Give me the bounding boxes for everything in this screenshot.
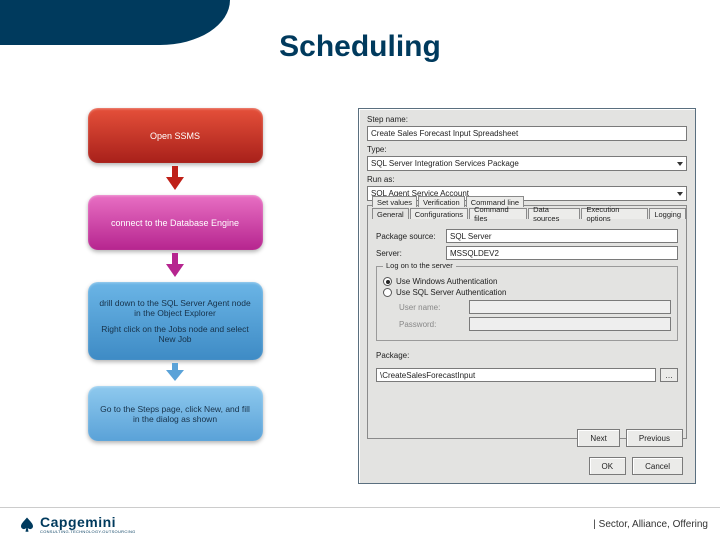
page-title: Scheduling (279, 30, 441, 64)
arrow-icon (162, 166, 188, 192)
stepname-field[interactable]: Create Sales Forecast Input Spreadsheet (367, 126, 687, 141)
package-field[interactable]: \CreateSalesForecastInput (376, 368, 656, 382)
footer-divider (0, 507, 720, 508)
brand-logo: Capgemini CONSULTING.TECHNOLOGY.OUTSOURC… (18, 515, 136, 534)
server-dropdown[interactable]: MSSQLDEV2 (446, 246, 678, 260)
chevron-down-icon (677, 192, 683, 196)
instruction-flow: Open SSMS connect to the Database Engine… (85, 108, 265, 441)
next-button[interactable]: Next (577, 429, 619, 447)
tab-row-bottom: General Configurations Command files Dat… (372, 208, 686, 219)
radio-dot-icon (383, 288, 392, 297)
chevron-down-icon (677, 162, 683, 166)
tab-setvalues[interactable]: Set values (372, 196, 417, 207)
previous-button[interactable]: Previous (626, 429, 683, 447)
ok-button[interactable]: OK (589, 457, 627, 475)
footer-text: | Sector, Alliance, Offering (593, 519, 708, 530)
brand-wordmark: Capgemini (40, 515, 136, 529)
pkgsource-dropdown[interactable]: SQL Server (446, 229, 678, 243)
arrow-icon (162, 363, 188, 383)
cancel-button[interactable]: Cancel (632, 457, 683, 475)
logon-group: Log on to the server Use Windows Authent… (376, 266, 678, 341)
radio-sql-auth[interactable]: Use SQL Server Authentication (383, 288, 671, 297)
spade-icon (18, 516, 36, 534)
radio-dot-icon (383, 277, 392, 286)
browse-button[interactable]: … (660, 368, 678, 382)
tab-panel: Set values Verification Command line Gen… (367, 205, 687, 439)
tab-commandfiles[interactable]: Command files (469, 208, 527, 219)
job-step-dialog: Step name: Create Sales Forecast Input S… (358, 108, 696, 484)
step-2: connect to the Database Engine (88, 195, 263, 250)
tab-general[interactable]: General (372, 208, 409, 219)
tab-execoptions[interactable]: Execution options (581, 208, 648, 219)
step-1: Open SSMS (88, 108, 263, 163)
tab-configurations[interactable]: Configurations (410, 208, 468, 219)
header-curve (0, 0, 230, 45)
package-row: \CreateSalesForecastInput … (376, 368, 678, 382)
server-row: Server: MSSQLDEV2 (376, 246, 678, 260)
step-3: drill down to the SQL Server Agent node … (88, 282, 263, 360)
tab-datasources[interactable]: Data sources (528, 208, 580, 219)
type-label: Type: (367, 145, 687, 154)
radio-windows-auth[interactable]: Use Windows Authentication (383, 277, 671, 286)
tab-verification[interactable]: Verification (418, 196, 465, 207)
package-label: Package: (376, 351, 678, 360)
tab-logging[interactable]: Logging (649, 208, 686, 219)
password-row: Password: (399, 317, 671, 331)
username-field (469, 300, 671, 314)
username-row: User name: (399, 300, 671, 314)
brand-tagline: CONSULTING.TECHNOLOGY.OUTSOURCING (40, 529, 136, 534)
password-field (469, 317, 671, 331)
pkgsource-row: Package source: SQL Server (376, 229, 678, 243)
type-dropdown[interactable]: SQL Server Integration Services Package (367, 156, 687, 171)
arrow-icon (162, 253, 188, 279)
step-4: Go to the Steps page, click New, and fil… (88, 386, 263, 441)
stepname-label: Step name: (367, 115, 687, 124)
runas-label: Run as: (367, 175, 687, 184)
